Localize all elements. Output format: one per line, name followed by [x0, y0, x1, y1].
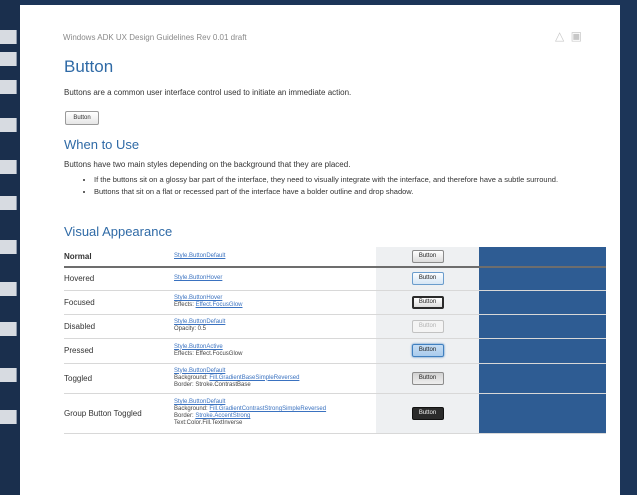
- bullet-item: If the buttons sit on a glossy bar part …: [94, 175, 614, 185]
- light-example-cell: Button: [376, 247, 479, 268]
- state-name: Disabled: [64, 314, 174, 339]
- visual-states-table: Normal Style.ButtonDefault Button Hovere…: [64, 247, 606, 434]
- sidebar-thumbnail[interactable]: [0, 196, 17, 210]
- style-cell: Style.ButtonDefault Opacity: 0.5: [174, 314, 376, 339]
- style-link[interactable]: Style.ButtonHover: [174, 295, 376, 302]
- background-link[interactable]: Fill.GradientBaseSimpleReversed: [209, 375, 299, 381]
- sidebar-thumbnail[interactable]: [0, 282, 17, 296]
- example-button-disabled: Button: [411, 319, 444, 333]
- style-cell: Style.ButtonDefault Background: Fill.Gra…: [174, 363, 376, 394]
- warning-triangle-icon[interactable]: △: [555, 29, 564, 43]
- style-cell: Style.ButtonDefault Background: Fill.Gra…: [174, 393, 376, 434]
- table-row: Group Button Toggled Style.ButtonDefault…: [64, 393, 606, 434]
- light-example-cell: Button: [376, 267, 479, 291]
- table-row: Hovered Style.ButtonHover Button: [64, 267, 606, 291]
- example-button-hovered[interactable]: Button: [411, 272, 444, 286]
- style-link[interactable]: Style.ButtonActive: [174, 344, 376, 351]
- border-link[interactable]: Stroke.AccentStrong: [195, 413, 250, 419]
- state-name: Hovered: [64, 267, 174, 291]
- style-cell: Style.ButtonActive Effects: Effect.Focus…: [174, 338, 376, 364]
- table-row: Pressed Style.ButtonActive Effects: Effe…: [64, 338, 606, 364]
- bullet-item: Buttons that sit on a flat or recessed p…: [94, 187, 614, 197]
- table-row: Disabled Style.ButtonDefault Opacity: 0.…: [64, 314, 606, 339]
- section-heading-when-to-use: When to Use: [64, 137, 140, 152]
- background-label: Background:: [174, 374, 208, 381]
- dark-example-cell: [479, 247, 606, 268]
- text-color-text: Text:Color.Fill.TextInverse: [174, 420, 243, 426]
- sidebar-thumbnail[interactable]: [0, 368, 17, 382]
- example-button-group-toggled[interactable]: Button: [411, 406, 444, 420]
- state-name: Pressed: [64, 338, 174, 364]
- opacity-text: Opacity: 0.5: [174, 326, 207, 332]
- sidebar-thumbnail[interactable]: [0, 322, 17, 336]
- sidebar-thumbnail[interactable]: [0, 410, 17, 424]
- state-name: Group Button Toggled: [64, 393, 174, 434]
- light-example-cell: Button: [376, 363, 479, 394]
- dark-example-cell: [479, 393, 606, 434]
- dark-example-cell: [479, 338, 606, 364]
- intro-text: Buttons are a common user interface cont…: [64, 88, 352, 97]
- header-icons: △ ▣: [552, 29, 582, 43]
- light-example-cell: Button: [376, 338, 479, 364]
- state-name: Normal: [64, 247, 174, 268]
- sidebar-thumbnail[interactable]: [0, 240, 17, 254]
- style-cell: Style.ButtonHover Effects: Effect.FocusG…: [174, 290, 376, 315]
- table-row: Toggled Style.ButtonDefault Background: …: [64, 363, 606, 394]
- border-text: Border: Stroke.ContrastBase: [174, 381, 251, 388]
- page-title: Button: [64, 57, 114, 76]
- style-cell: Style.ButtonDefault: [174, 247, 376, 268]
- sidebar-thumbnail[interactable]: [0, 52, 17, 66]
- document-header: Windows ADK UX Design Guidelines Rev 0.0…: [63, 33, 247, 42]
- style-cell: Style.ButtonHover: [174, 267, 376, 291]
- light-example-cell: Button: [376, 393, 479, 434]
- example-button-focused[interactable]: Button: [411, 295, 444, 309]
- sidebar-thumbnail[interactable]: [0, 30, 17, 44]
- background-link[interactable]: Fill.GradientContrastStrongSimpleReverse…: [209, 406, 326, 412]
- light-example-cell: Button: [376, 290, 479, 315]
- document-page: Windows ADK UX Design Guidelines Rev 0.0…: [20, 5, 620, 495]
- light-example-cell: Button: [376, 314, 479, 339]
- border-label: Border:: [174, 413, 194, 419]
- example-button-toggled[interactable]: Button: [411, 371, 444, 385]
- sidebar-thumbnail[interactable]: [0, 80, 17, 94]
- sidebar-thumbnail[interactable]: [0, 160, 17, 174]
- example-button-normal[interactable]: Button: [411, 250, 444, 263]
- dark-example-cell: [479, 267, 606, 291]
- effects-text: Effects: Effect.FocusGlow: [174, 350, 243, 357]
- table-row: Focused Style.ButtonHover Effects: Effec…: [64, 290, 606, 315]
- table-row: Normal Style.ButtonDefault Button: [64, 247, 606, 268]
- sample-button[interactable]: Button: [65, 111, 99, 125]
- style-link[interactable]: Style.ButtonDefault: [174, 368, 376, 375]
- state-name: Focused: [64, 290, 174, 315]
- style-link[interactable]: Style.ButtonDefault: [174, 319, 376, 326]
- dark-example-cell: [479, 314, 606, 339]
- section-heading-visual-appearance: Visual Appearance: [64, 224, 173, 239]
- dark-example-cell: [479, 363, 606, 394]
- state-name: Toggled: [64, 363, 174, 394]
- style-link[interactable]: Style.ButtonDefault: [174, 399, 376, 406]
- background-label: Background:: [174, 406, 208, 412]
- left-sidebar-strip: [0, 0, 20, 495]
- example-button-pressed[interactable]: Button: [411, 344, 444, 357]
- effects-link[interactable]: Effect.FocusGlow: [196, 302, 243, 308]
- style-link[interactable]: Style.ButtonHover: [174, 275, 376, 282]
- sidebar-thumbnail[interactable]: [0, 118, 17, 132]
- bullet-list: If the buttons sit on a glossy bar part …: [82, 175, 614, 199]
- effects-label: Effects:: [174, 302, 194, 308]
- style-link[interactable]: Style.ButtonDefault: [174, 253, 376, 260]
- when-description: Buttons have two main styles depending o…: [64, 160, 351, 169]
- dark-example-cell: [479, 290, 606, 315]
- share-box-icon[interactable]: ▣: [571, 29, 582, 43]
